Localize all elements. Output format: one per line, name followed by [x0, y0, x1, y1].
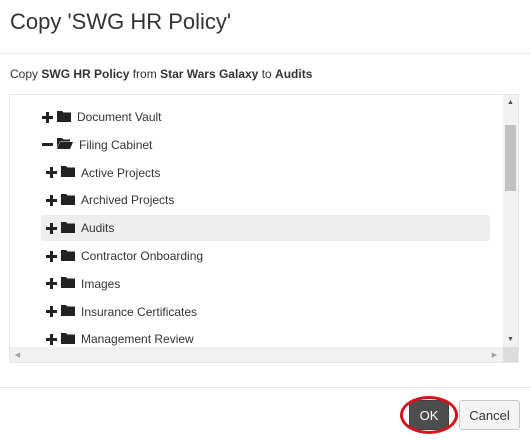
ok-button[interactable]: OK — [409, 400, 449, 430]
copy-prefix: Copy — [10, 67, 39, 81]
copy-description: Copy SWG HR Policy from Star Wars Galaxy… — [10, 67, 312, 81]
copy-to-word: to — [261, 67, 272, 81]
tree-item[interactable]: Archived Projects — [45, 187, 174, 213]
folder-icon — [61, 165, 75, 180]
folder-tree[interactable]: Document Vault Filing Cabinet Active Proje… — [9, 94, 519, 363]
folder-icon — [61, 276, 75, 291]
folder-icon — [61, 221, 75, 236]
tree-item[interactable]: Document Vault — [41, 104, 162, 130]
tree-item[interactable]: Audits — [41, 215, 490, 242]
tree-item[interactable]: Contractor Onboarding — [45, 243, 203, 269]
expand-plus-icon[interactable] — [45, 222, 58, 234]
tree-item-label: Document Vault — [77, 110, 162, 124]
tree-item-label: Images — [81, 276, 121, 291]
scroll-left-arrow-icon[interactable]: ◀ — [10, 347, 25, 362]
tree-item[interactable]: Active Projects — [45, 160, 160, 186]
horizontal-scrollbar[interactable]: ◀ ▶ — [10, 347, 518, 362]
cancel-button[interactable]: Cancel — [459, 400, 520, 430]
tree-item-label: Active Projects — [81, 165, 161, 180]
copy-destination-name: Audits — [275, 67, 313, 81]
copy-from-word: from — [132, 67, 157, 81]
tree-item-label: Management Review — [81, 332, 194, 347]
tree-item[interactable]: Images — [45, 271, 120, 297]
copy-source-name: Star Wars Galaxy — [160, 67, 259, 81]
tree-item-label: Audits — [81, 221, 115, 236]
tree-item-label: Contractor Onboarding — [81, 249, 204, 263]
scroll-down-arrow-icon[interactable]: ▼ — [503, 332, 518, 347]
folder-icon — [61, 249, 75, 264]
tree-item-label: Archived Projects — [81, 193, 175, 208]
tree-item-label: Filing Cabinet — [79, 137, 153, 152]
expand-plus-icon[interactable] — [45, 194, 58, 206]
folder-open-icon — [57, 137, 73, 152]
expand-plus-icon[interactable] — [45, 333, 58, 345]
scroll-right-arrow-icon[interactable]: ▶ — [487, 347, 502, 362]
dialog-header: Copy 'SWG HR Policy' — [0, 0, 531, 54]
collapse-minus-icon[interactable] — [41, 139, 54, 150]
scroll-up-arrow-icon[interactable]: ▲ — [503, 95, 518, 110]
expand-plus-icon[interactable] — [45, 278, 58, 290]
vertical-scrollbar[interactable]: ▲ ▼ — [503, 95, 518, 347]
expand-plus-icon[interactable] — [45, 167, 58, 179]
tree-item[interactable]: Filing Cabinet — [41, 132, 152, 158]
folder-icon — [61, 193, 75, 208]
expand-plus-icon[interactable] — [45, 250, 58, 262]
footer-divider — [0, 387, 531, 388]
tree-item-label: Insurance Certificates — [81, 304, 198, 319]
vertical-scroll-thumb[interactable] — [505, 125, 516, 191]
folder-icon — [61, 304, 75, 319]
expand-plus-icon[interactable] — [41, 111, 54, 123]
folder-icon — [61, 332, 75, 347]
dialog-title: Copy 'SWG HR Policy' — [10, 9, 232, 34]
folder-icon — [57, 110, 71, 125]
expand-plus-icon[interactable] — [45, 306, 58, 318]
copy-item-name: SWG HR Policy — [41, 67, 130, 81]
tree-item[interactable]: Insurance Certificates — [45, 299, 197, 325]
scrollbar-corner — [503, 347, 518, 362]
